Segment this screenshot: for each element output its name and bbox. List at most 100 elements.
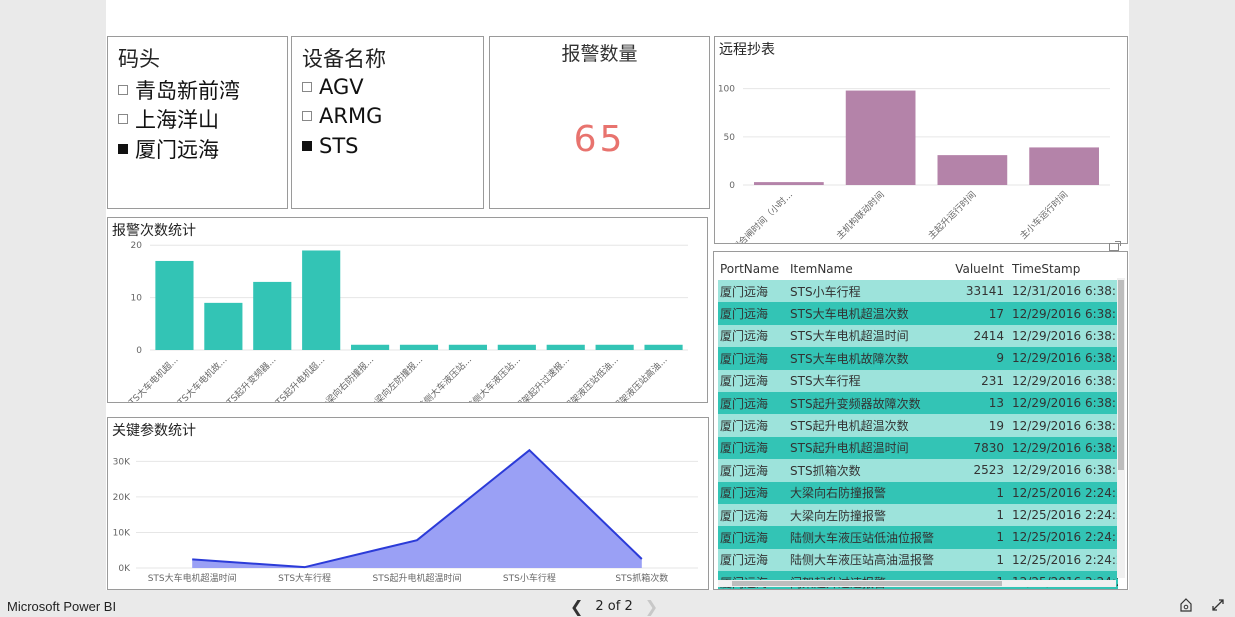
port-option-label: 上海洋山 (135, 108, 219, 132)
device-option-sts[interactable]: STS (302, 134, 359, 158)
bar (497, 344, 536, 350)
checkbox-icon[interactable] (118, 85, 128, 95)
y-tick-label: 10K (113, 528, 131, 538)
page-indicator: 2 of 2 (595, 599, 633, 614)
cell-valueint: 7830 (973, 440, 1004, 455)
data-table[interactable]: PortName ItemName ValueInt TimeStamp 厦门远… (713, 251, 1128, 590)
x-tick-label: 控制合闸时间（小时... (723, 189, 795, 243)
table-row[interactable]: 厦门远海 大梁向左防撞报警 1 12/25/2016 2:24:25 (718, 503, 1118, 527)
table-row[interactable]: 厦门远海 陆侧大车液压站低油位报警 1 12/25/2016 2:24:25 (718, 526, 1118, 549)
checkbox-icon[interactable] (302, 111, 312, 121)
column-header-portname[interactable]: PortName (718, 262, 790, 276)
table-row[interactable]: 厦门远海 STS大车行程 231 12/29/2016 6:38:19 (718, 369, 1118, 392)
scrollbar-thumb[interactable] (732, 581, 1002, 586)
column-header-valueint[interactable]: ValueInt (948, 262, 1012, 276)
device-slicer-title: 设备名称 (302, 47, 386, 71)
remote-meter-svg: 0 50 100 控制合闸时间（小时... 主机构联动时间 主起升运行时间 主小车运行时间 (718, 85, 1110, 243)
y-tick-label: 20 (131, 241, 143, 251)
x-tick-label: STS小车行程 (503, 572, 556, 584)
table-row[interactable]: 厦门远海 STS大车电机故障次数 9 12/29/2016 6:38:19 (718, 347, 1118, 370)
cell-portname: 厦门远海 (720, 441, 769, 456)
alarm-stats-chart[interactable]: 报警次数统计 0 10 20 STS大车电机超... STS大车电机故... STS起升变… (107, 217, 708, 403)
cell-portname: 厦门远海 (720, 329, 769, 344)
table-row[interactable]: 厦门远海 陆侧大车液压站高油温报警 1 12/25/2016 2:24:25 (718, 548, 1118, 572)
cell-timestamp: 12/31/2016 6:38:19 (1012, 284, 1118, 299)
port-option-qingdao[interactable]: 青岛新前湾 (118, 75, 240, 105)
x-tick-label: STS大车电机超... (122, 354, 180, 402)
x-tick-label: 主起升运行时间 (925, 189, 978, 242)
cell-portname: 厦门远海 (720, 396, 769, 411)
table-row[interactable]: 厦门远海 STS大车电机超温次数 17 12/29/2016 6:38:19 (718, 302, 1118, 325)
cell-valueint: 19 (988, 418, 1004, 433)
status-actions (1179, 598, 1225, 616)
cell-itemname: STS小车行程 (790, 284, 861, 299)
bar (155, 260, 194, 350)
expand-icon[interactable] (1109, 236, 1121, 251)
table-row[interactable]: 厦门远海 STS起升电机超温时间 7830 12/29/2016 6:38:19 (718, 436, 1118, 460)
port-slicer-title: 码头 (118, 47, 160, 71)
cell-itemname: STS大车电机超温次数 (790, 307, 909, 322)
bar (595, 344, 634, 350)
cell-portname: 厦门远海 (720, 351, 769, 366)
table-row[interactable]: 厦门远海 STS大车电机超温时间 2414 12/29/2016 6:38:19 (718, 324, 1118, 348)
cell-valueint: 17 (988, 306, 1004, 321)
cell-portname: 厦门远海 (720, 463, 769, 478)
cell-valueint: 1 (996, 552, 1004, 567)
table-row[interactable]: 厦门远海 STS起升电机超温次数 19 12/29/2016 6:38:19 (718, 414, 1118, 437)
bar (399, 344, 439, 350)
cell-itemname: 大梁向右防撞报警 (790, 486, 887, 501)
remote-meter-chart[interactable]: 远程抄表 0 50 100 控制合闸时间（小时... 主机构联动时间 主起升运行时间 主小车… (714, 36, 1128, 244)
checkbox-checked-icon[interactable] (118, 144, 128, 154)
x-tick-label: STS大车行程 (278, 572, 331, 584)
cell-portname: 厦门远海 (720, 374, 769, 389)
bar (644, 344, 683, 350)
table-row[interactable]: 厦门远海 STS起升变频器故障次数 13 12/29/2016 6:38:19 (718, 391, 1118, 415)
cell-portname: 厦门远海 (720, 284, 769, 299)
cell-portname: 厦门远海 (720, 530, 769, 545)
checkbox-icon[interactable] (302, 82, 312, 92)
y-tick-label: 0 (729, 181, 735, 191)
device-option-label: STS (319, 134, 359, 158)
port-slicer: 码头 青岛新前湾 上海洋山 厦门远海 (107, 36, 288, 209)
cell-timestamp: 12/29/2016 6:38:19 (1012, 328, 1118, 343)
key-params-chart[interactable]: 关键参数统计 0K 10K 20K 30K STS大车电机超温时间 STS大车行程 STS起… (107, 417, 709, 590)
table-body: PortName ItemName ValueInt TimeStamp 厦门远… (718, 258, 1118, 589)
cell-timestamp: 12/25/2016 2:24:25 (1012, 530, 1118, 545)
cell-timestamp: 12/29/2016 6:38:19 (1012, 440, 1118, 455)
device-slicer: 设备名称 AGV ARMG STS (291, 36, 484, 209)
table-row[interactable]: 厦门远海 大梁向右防撞报警 1 12/25/2016 2:24:25 (718, 481, 1118, 504)
cell-timestamp: 12/29/2016 6:38:19 (1012, 306, 1118, 321)
x-tick-label: STS起升电机超温时间 (373, 572, 462, 584)
cell-itemname: STS起升变频器故障次数 (790, 396, 921, 411)
checkbox-checked-icon[interactable] (302, 141, 312, 151)
scrollbar-thumb[interactable] (1118, 280, 1124, 470)
cell-valueint: 2414 (973, 328, 1004, 343)
cell-itemname: 大梁向左防撞报警 (790, 508, 887, 523)
fullscreen-icon[interactable] (1211, 598, 1225, 616)
cell-itemname: STS起升电机超温时间 (790, 441, 909, 456)
column-header-itemname[interactable]: ItemName (790, 262, 948, 276)
table-header: PortName ItemName ValueInt TimeStamp (718, 258, 1118, 280)
device-option-armg[interactable]: ARMG (302, 104, 382, 128)
chevron-left-icon[interactable]: ❮ (570, 597, 583, 616)
x-tick-label: 主机构联动时间 (834, 189, 887, 242)
cell-valueint: 1 (996, 485, 1004, 500)
bar (754, 182, 824, 185)
checkbox-icon[interactable] (118, 114, 128, 124)
chevron-right-icon[interactable]: ❯ (645, 597, 658, 616)
share-icon[interactable] (1179, 598, 1193, 616)
x-tick-label: STS大车电机超温时间 (148, 572, 237, 584)
horizontal-scrollbar[interactable] (718, 580, 1116, 587)
port-option-shanghai[interactable]: 上海洋山 (118, 104, 219, 134)
port-option-xiamen[interactable]: 厦门远海 (118, 134, 219, 164)
bar (253, 281, 292, 350)
table-row[interactable]: 厦门远海 STS抓箱次数 2523 12/29/2016 6:38:19 (718, 459, 1118, 482)
table-row[interactable]: 厦门远海 STS小车行程 33141 12/31/2016 6:38:19 (718, 280, 1118, 303)
device-option-label: AGV (319, 75, 364, 99)
alarm-count-card[interactable]: 报警数量 65 (489, 36, 710, 209)
column-header-timestamp[interactable]: TimeStamp (1012, 262, 1118, 276)
vertical-scrollbar[interactable] (1117, 278, 1125, 578)
device-option-agv[interactable]: AGV (302, 75, 364, 99)
cell-itemname: STS抓箱次数 (790, 463, 861, 478)
bar (546, 344, 585, 350)
